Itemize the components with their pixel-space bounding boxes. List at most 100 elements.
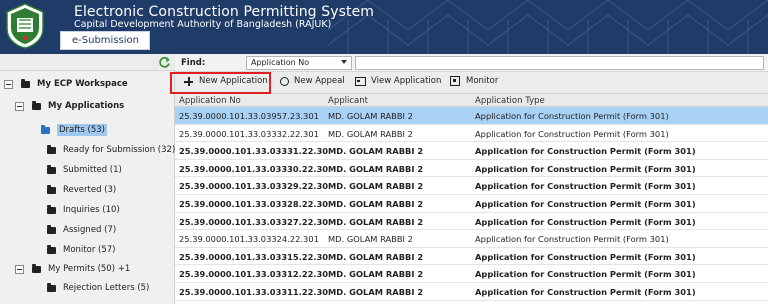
- table-row[interactable]: 25.39.0000.101.33.03327.22.30 MD. GOLAM R…: [175, 213, 768, 231]
- cell-application-no: 25.39.0000.101.33.03329.22.30: [179, 181, 329, 192]
- table-body: 25.39.0000.101.33.03957.23.301 MD. GOLAM …: [175, 107, 768, 301]
- cell-application-type: Application for Construction Permit (For…: [475, 111, 669, 121]
- cell-application-type: Application for Construction Permit (For…: [475, 128, 669, 139]
- cell-applicant: MD. GOLAM RABBI 2: [328, 146, 424, 157]
- cell-applicant: MD. GOLAM RABBI 2: [328, 128, 413, 139]
- cell-applicant: MD. GOLAM RABBI 2: [328, 198, 424, 209]
- view-icon: [355, 76, 366, 86]
- cell-applicant: MD. GOLAM RABBI 2: [328, 181, 424, 192]
- tree-item-reverted[interactable]: Reverted (3): [47, 181, 116, 199]
- find-query-input[interactable]: [355, 56, 764, 70]
- tree-label: Monitor (57): [63, 245, 116, 255]
- cell-application-no: 25.39.0000.101.33.03330.22.30: [179, 163, 329, 174]
- cell-applicant: MD. GOLAM RABBI 2: [328, 286, 424, 297]
- tree-item-inquiries[interactable]: Inquiries (10): [47, 201, 120, 219]
- column-header-applicant[interactable]: Applicant: [328, 96, 368, 106]
- folder-icon: [32, 263, 41, 273]
- folder-icon: [47, 224, 56, 234]
- cell-application-type: Application for Construction Permit (For…: [475, 269, 696, 280]
- cell-application-type: Application for Construction Permit (For…: [475, 234, 669, 245]
- find-field-value: Application No: [251, 58, 310, 67]
- app-subtitle: Capital Development Authority of Banglad…: [74, 19, 332, 30]
- collapse-icon[interactable]: [15, 101, 24, 111]
- collapse-icon[interactable]: [4, 79, 13, 89]
- monitor-button[interactable]: Monitor: [450, 76, 498, 86]
- monitor-icon: [450, 76, 460, 86]
- tree-label: Assigned (7): [63, 225, 117, 235]
- column-header-application-type[interactable]: Application Type: [475, 96, 545, 106]
- tree-label: Submitted (1): [63, 165, 122, 175]
- tree-item-submitted[interactable]: Submitted (1): [47, 161, 122, 179]
- folder-icon: [47, 204, 56, 214]
- table-row[interactable]: 25.39.0000.101.33.03328.22.30 MD. GOLAM R…: [175, 195, 768, 213]
- circle-icon: [280, 76, 289, 86]
- cell-application-no: 25.39.0000.101.33.03315.22.30: [179, 251, 329, 262]
- cell-application-type: Application for Construction Permit (For…: [475, 216, 696, 227]
- folder-open-icon: [41, 124, 50, 134]
- tree-label: My Applications: [48, 101, 125, 111]
- view-application-button[interactable]: View Application: [355, 76, 441, 86]
- applications-table: Application No Applicant Application Typ…: [175, 94, 768, 301]
- cell-application-type: Application for Construction Permit (For…: [475, 251, 696, 262]
- tree-item-assigned[interactable]: Assigned (7): [47, 221, 116, 239]
- rajuk-logo: [6, 3, 44, 49]
- tree-item-drafts[interactable]: Drafts (53): [41, 121, 108, 139]
- view-application-label: View Application: [371, 76, 442, 86]
- tree-label: Ready for Submission (32): [63, 145, 176, 155]
- table-row[interactable]: 25.39.0000.101.33.03330.22.30 MD. GOLAM R…: [175, 160, 768, 178]
- table-row[interactable]: 25.39.0000.101.33.03329.22.30 MD. GOLAM R…: [175, 177, 768, 195]
- tab-e-submission[interactable]: e-Submission: [60, 31, 150, 50]
- table-row[interactable]: 25.39.0000.101.33.03957.23.301 MD. GOLAM …: [175, 107, 768, 125]
- header-pattern: [328, 0, 768, 54]
- cell-application-no: 25.39.0000.101.33.03327.22.30: [179, 216, 329, 227]
- tree-item-rejection-letters[interactable]: Rejection Letters (5): [47, 279, 149, 297]
- cell-applicant: MD. GOLAM RABBI 2: [328, 163, 424, 174]
- folder-icon: [21, 78, 30, 88]
- table-header: Application No Applicant Application Typ…: [175, 94, 768, 107]
- table-row[interactable]: 25.39.0000.101.33.03315.22.30 MD. GOLAM R…: [175, 248, 768, 266]
- tree-label: My ECP Workspace: [37, 79, 128, 89]
- new-appeal-button[interactable]: New Appeal: [280, 76, 345, 86]
- refresh-icon[interactable]: [158, 56, 171, 69]
- tree-label: Reverted (3): [63, 185, 117, 195]
- app-title: Electronic Construction Permitting Syste…: [74, 4, 375, 20]
- tree-my-ecp-workspace[interactable]: My ECP Workspace: [4, 75, 128, 93]
- collapse-icon[interactable]: [15, 264, 24, 274]
- table-row[interactable]: 25.39.0000.101.33.03311.22.30 MD. GOLAM R…: [175, 283, 768, 301]
- cell-application-no: 25.39.0000.101.33.03331.22.30: [179, 146, 329, 157]
- tree-my-permits[interactable]: My Permits (50) +1: [15, 260, 130, 278]
- chevron-down-icon: [341, 60, 347, 64]
- folder-icon: [47, 144, 56, 154]
- column-header-application-no[interactable]: Application No: [179, 96, 241, 106]
- cell-applicant: MD. GOLAM RABBI 2: [328, 234, 413, 245]
- cell-applicant: MD. GOLAM RABBI 2: [328, 216, 424, 227]
- cell-application-type: Application for Construction Permit (For…: [475, 286, 696, 297]
- folder-icon: [32, 100, 41, 110]
- cell-application-type: Application for Construction Permit (For…: [475, 146, 696, 157]
- cell-application-type: Application for Construction Permit (For…: [475, 181, 696, 192]
- find-bar: Find: Application No: [175, 54, 768, 72]
- workspace-sidebar: My ECP Workspace My Applications Drafts …: [0, 54, 175, 304]
- cell-application-no: 25.39.0000.101.33.03328.22.30: [179, 198, 329, 209]
- cell-application-type: Application for Construction Permit (For…: [475, 163, 696, 174]
- cell-application-no: 25.39.0000.101.33.03332.22.301: [179, 128, 319, 139]
- tree-my-applications[interactable]: My Applications: [15, 97, 124, 115]
- folder-icon: [47, 184, 56, 194]
- table-row[interactable]: 25.39.0000.101.33.03331.22.30 MD. GOLAM R…: [175, 142, 768, 160]
- cell-application-no: 25.39.0000.101.33.03312.22.30: [179, 269, 329, 280]
- cell-applicant: MD. GOLAM RABBI 2: [328, 251, 424, 262]
- table-row[interactable]: 25.39.0000.101.33.03312.22.30 MD. GOLAM R…: [175, 265, 768, 283]
- table-row[interactable]: 25.39.0000.101.33.03324.22.301 MD. GOLAM …: [175, 230, 768, 248]
- new-appeal-label: New Appeal: [294, 76, 345, 86]
- new-application-highlight: [170, 72, 271, 94]
- cell-applicant: MD. GOLAM RABBI 2: [328, 269, 424, 280]
- folder-icon: [47, 244, 56, 254]
- find-field-select[interactable]: Application No: [246, 56, 352, 70]
- app-header: Electronic Construction Permitting Syste…: [0, 0, 768, 54]
- sidebar-toolbar: [0, 54, 175, 71]
- tree-item-monitor[interactable]: Monitor (57): [47, 241, 115, 259]
- tree-item-ready-for-submission[interactable]: Ready for Submission (32): [47, 141, 175, 159]
- cell-application-no: 25.39.0000.101.33.03324.22.301: [179, 234, 319, 245]
- cell-application-no: 25.39.0000.101.33.03957.23.301: [179, 111, 319, 121]
- table-row[interactable]: 25.39.0000.101.33.03332.22.301 MD. GOLAM …: [175, 125, 768, 143]
